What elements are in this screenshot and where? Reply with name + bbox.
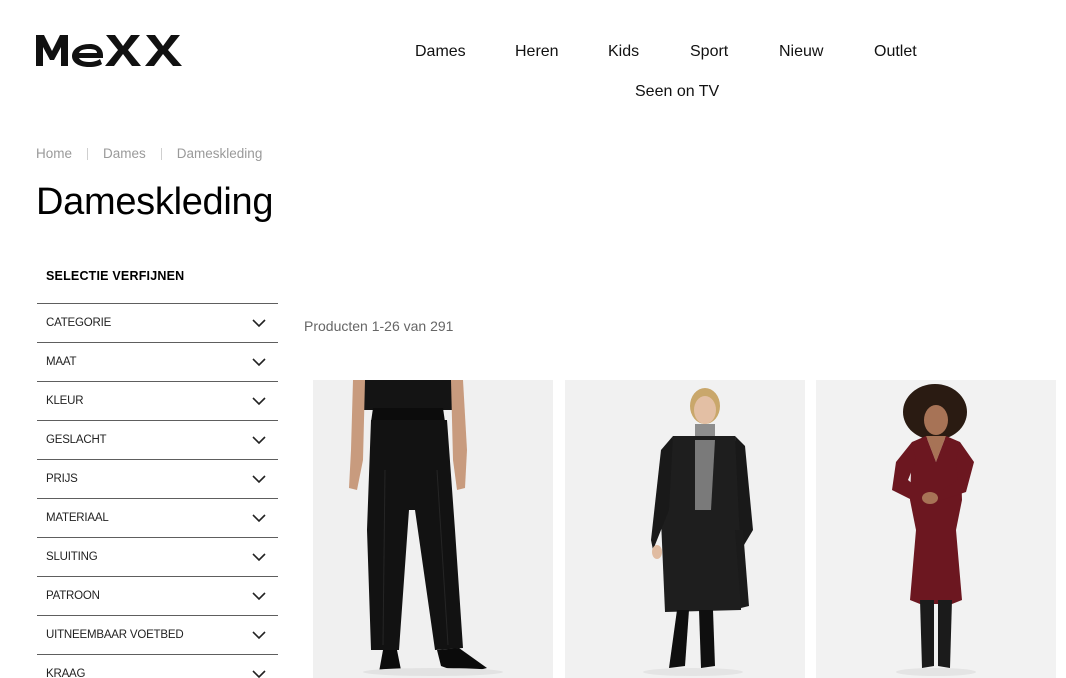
mexx-logo[interactable] <box>36 31 186 69</box>
filter-geslacht[interactable]: GESLACHT <box>37 420 278 459</box>
nav-outlet[interactable]: Outlet <box>874 43 917 61</box>
filter-kraag[interactable]: KRAAG <box>37 654 278 678</box>
filter-label: PRIJS <box>46 473 78 485</box>
breadcrumb-separator <box>87 147 89 160</box>
breadcrumb-dames[interactable]: Dames <box>103 146 146 161</box>
chevron-down-icon <box>252 435 266 444</box>
breadcrumb: Home Dames Dameskleding <box>36 146 262 161</box>
product-card-black-coat[interactable] <box>565 380 805 678</box>
filter-uitneembaar-voetbed[interactable]: UITNEEMBAAR VOETBED <box>37 615 278 654</box>
black-pants-image <box>313 380 553 678</box>
filter-label: PATROON <box>46 590 100 602</box>
chevron-down-icon <box>252 552 266 561</box>
filter-sluiting[interactable]: SLUITING <box>37 537 278 576</box>
nav-sport[interactable]: Sport <box>690 43 728 61</box>
product-count: Producten 1-26 van 291 <box>304 318 454 334</box>
filter-label: UITNEEMBAAR VOETBED <box>46 629 184 641</box>
filter-label: KRAAG <box>46 668 86 678</box>
breadcrumb-home[interactable]: Home <box>36 146 72 161</box>
product-card-burgundy-dress[interactable] <box>816 380 1056 678</box>
filter-patroon[interactable]: PATROON <box>37 576 278 615</box>
nav-heren[interactable]: Heren <box>515 43 559 61</box>
filter-label: KLEUR <box>46 395 84 407</box>
chevron-down-icon <box>252 474 266 483</box>
product-card-black-pants[interactable] <box>313 380 553 678</box>
black-coat-image <box>565 380 805 678</box>
filter-kleur[interactable]: KLEUR <box>37 381 278 420</box>
chevron-down-icon <box>252 513 266 522</box>
chevron-down-icon <box>252 357 266 366</box>
filter-maat[interactable]: MAAT <box>37 342 278 381</box>
burgundy-dress-image <box>816 380 1056 678</box>
filter-label: MAAT <box>46 356 77 368</box>
filter-materiaal[interactable]: MATERIAAL <box>37 498 278 537</box>
chevron-down-icon <box>252 669 266 678</box>
page-title: Dameskleding <box>36 181 274 223</box>
refine-title: SELECTIE VERFIJNEN <box>46 269 185 283</box>
nav-nieuw[interactable]: Nieuw <box>779 43 823 61</box>
breadcrumb-dameskleding[interactable]: Dameskleding <box>177 146 263 161</box>
breadcrumb-separator <box>160 147 162 160</box>
chevron-down-icon <box>252 630 266 639</box>
chevron-down-icon <box>252 591 266 600</box>
nav-seen-on-tv[interactable]: Seen on TV <box>635 83 719 101</box>
filter-list: CATEGORIE MAAT KLEUR GESLACHT PRIJS MATE… <box>37 303 278 678</box>
filter-label: MATERIAAL <box>46 512 109 524</box>
filter-categorie[interactable]: CATEGORIE <box>37 303 278 342</box>
chevron-down-icon <box>252 396 266 405</box>
nav-kids[interactable]: Kids <box>608 43 639 61</box>
filter-prijs[interactable]: PRIJS <box>37 459 278 498</box>
nav-dames[interactable]: Dames <box>415 43 466 61</box>
filter-label: SLUITING <box>46 551 98 563</box>
filter-label: GESLACHT <box>46 434 107 446</box>
chevron-down-icon <box>252 318 266 327</box>
filter-label: CATEGORIE <box>46 317 112 329</box>
